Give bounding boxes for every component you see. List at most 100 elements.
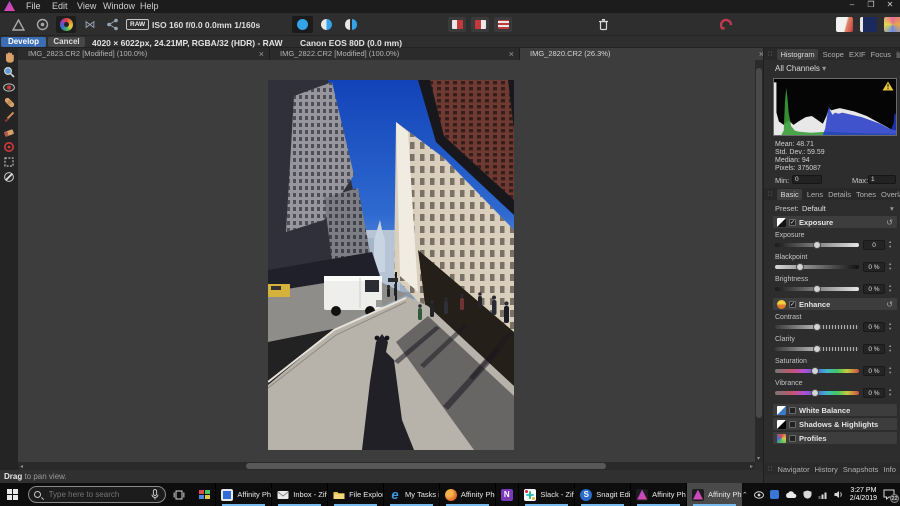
saturation-stepper[interactable]: ▴▾ [889, 365, 891, 375]
scroll-right-icon[interactable]: ▸ [750, 463, 753, 470]
profiles-checkbox[interactable] [789, 435, 796, 442]
vertical-scrollbar[interactable]: ▾ [755, 60, 763, 462]
panel-grip-icon[interactable]: ∷ [768, 465, 772, 473]
clarity-stepper[interactable]: ▴▾ [889, 343, 891, 353]
zoom-tool-icon[interactable] [1, 65, 17, 79]
tab-basic[interactable]: Basic [777, 189, 801, 200]
vibrance-slider[interactable] [775, 391, 859, 395]
overlay-paint-tool-icon[interactable] [1, 110, 17, 124]
blackpoint-slider[interactable] [775, 265, 859, 269]
scroll-down-icon[interactable]: ▾ [757, 455, 760, 462]
tab-details[interactable]: Details [828, 190, 851, 199]
exposure-value[interactable]: 0 [863, 240, 885, 250]
view-tool-icon[interactable] [1, 50, 17, 64]
panel-grip-icon[interactable]: ∷ [768, 50, 772, 58]
crop-tool-icon[interactable] [1, 155, 17, 169]
export-persona-icon[interactable] [102, 16, 122, 33]
taskbar-app-inbox[interactable]: Inbox - Ziff ... [271, 483, 327, 506]
taskbar-app-firefox[interactable]: Affinity Pho... [439, 483, 495, 506]
clarity-slider[interactable] [775, 347, 859, 351]
tab-overlays[interactable]: Overlays [881, 190, 900, 199]
tone-mapping-persona-icon[interactable] [32, 16, 52, 33]
contrast-value[interactable]: 0 % [863, 322, 885, 332]
blemish-removal-tool-icon[interactable] [1, 95, 17, 109]
blackpoint-value[interactable]: 0 % [863, 262, 885, 272]
studio-preset-color-icon[interactable] [884, 17, 900, 32]
min-input[interactable]: 0 [792, 175, 822, 184]
studio-preset-light-icon[interactable] [836, 17, 853, 32]
doc-tab-1[interactable]: IMG_2823.CR2 [Modified] (100.0%) × [18, 48, 270, 60]
menu-file[interactable]: File [26, 1, 41, 11]
tab-tones[interactable]: Tones [856, 190, 876, 199]
contrast-slider[interactable] [775, 325, 859, 329]
taskbar-app-affinity-3-active[interactable]: Affinity Pho... [686, 483, 742, 506]
tab-info[interactable]: Info [883, 465, 896, 474]
canvas-area[interactable] [18, 60, 755, 462]
tray-app-icon[interactable] [770, 490, 779, 499]
contrast-stepper[interactable]: ▴▾ [889, 321, 891, 331]
defender-shield-icon[interactable] [803, 490, 812, 499]
panel-grip-icon[interactable]: ∷ [768, 190, 772, 198]
tray-chevron-icon[interactable]: ⌃ [742, 491, 748, 499]
start-button[interactable] [0, 483, 26, 506]
brightness-value[interactable]: 0 % [863, 284, 885, 294]
preset-dropdown[interactable]: Default [802, 204, 826, 213]
develop-persona-icon[interactable] [8, 16, 28, 33]
menu-help[interactable]: Help [140, 1, 159, 11]
doc-tab-2[interactable]: IMG_2822.CR2 [Modified] (100.0%) × [270, 48, 520, 60]
doc-tab-1-close-icon[interactable]: × [259, 48, 264, 60]
clarity-value[interactable]: 0 % [863, 344, 885, 354]
saturation-slider[interactable] [775, 369, 859, 373]
close-button[interactable]: ✕ [881, 0, 899, 9]
doc-tab-3[interactable]: IMG_2820.CR2 (26.3%) × [520, 48, 770, 60]
vibrance-stepper[interactable]: ▴▾ [889, 387, 891, 397]
clipped-tones-toggle[interactable] [494, 17, 512, 32]
taskbar-search[interactable] [28, 486, 167, 503]
exposure-section-header[interactable]: ✓ Exposure ↺ [773, 216, 897, 228]
single-view-toggle[interactable] [292, 16, 313, 33]
tab-lens[interactable]: Lens [807, 190, 823, 199]
photo-persona-icon[interactable] [56, 16, 76, 33]
search-input[interactable] [47, 489, 147, 500]
exposure-stepper[interactable]: ▴▾ [889, 239, 891, 249]
enhance-section-header[interactable]: ✓ Enhance ↺ [773, 298, 897, 310]
tab-exif[interactable]: EXIF [849, 50, 866, 59]
taskbar-clock[interactable]: 3:27 PM 2/4/2019 [850, 487, 877, 503]
panel-menu-icon[interactable]: ▤ [896, 50, 900, 59]
develop-button[interactable]: Develop [1, 37, 46, 47]
taskbar-app-affinity-1[interactable]: Affinity Pho... [215, 483, 271, 506]
enhance-reset-icon[interactable]: ↺ [886, 300, 893, 309]
minimize-button[interactable]: – [843, 0, 861, 9]
network-icon[interactable] [818, 491, 828, 499]
tray-eye-icon[interactable] [754, 491, 764, 499]
microphone-icon[interactable] [151, 489, 159, 500]
scroll-left-icon[interactable]: ◂ [20, 463, 23, 470]
cancel-button[interactable]: Cancel [48, 37, 85, 47]
clipped-highlights-toggle[interactable] [448, 17, 466, 32]
enhance-checkbox[interactable]: ✓ [789, 301, 796, 308]
horizontal-scrollbar[interactable]: ◂ ▸ [18, 462, 755, 470]
histogram-plot[interactable] [773, 78, 897, 136]
shadows-highlights-section-header[interactable]: Shadows & Highlights [773, 418, 897, 430]
red-eye-removal-tool-icon[interactable] [1, 80, 17, 94]
onedrive-cloud-icon[interactable] [785, 491, 797, 499]
assistant-icon[interactable] [716, 16, 736, 33]
tab-history[interactable]: History [815, 465, 838, 474]
action-center-button[interactable]: 22 [883, 489, 896, 501]
shadows-highlights-checkbox[interactable] [789, 421, 796, 428]
preset-chevron-icon[interactable]: ▾ [890, 204, 894, 213]
exposure-slider[interactable] [775, 243, 859, 247]
tab-scope[interactable]: Scope [823, 50, 844, 59]
clipping-warning-icon[interactable] [882, 81, 894, 91]
horizontal-scroll-thumb[interactable] [246, 463, 606, 469]
photo-document[interactable] [268, 80, 514, 450]
overlay-gradient-tool-icon[interactable] [1, 140, 17, 154]
volume-icon[interactable] [834, 490, 844, 499]
delete-icon[interactable] [593, 16, 613, 33]
white-balance-section-header[interactable]: White Balance [773, 404, 897, 416]
taskbar-app-slack[interactable]: Slack - Ziff... [518, 483, 574, 506]
menu-edit[interactable]: Edit [52, 1, 68, 11]
mirror-view-toggle[interactable] [340, 16, 361, 33]
tab-focus[interactable]: Focus [871, 50, 891, 59]
tab-navigator[interactable]: Navigator [777, 465, 809, 474]
